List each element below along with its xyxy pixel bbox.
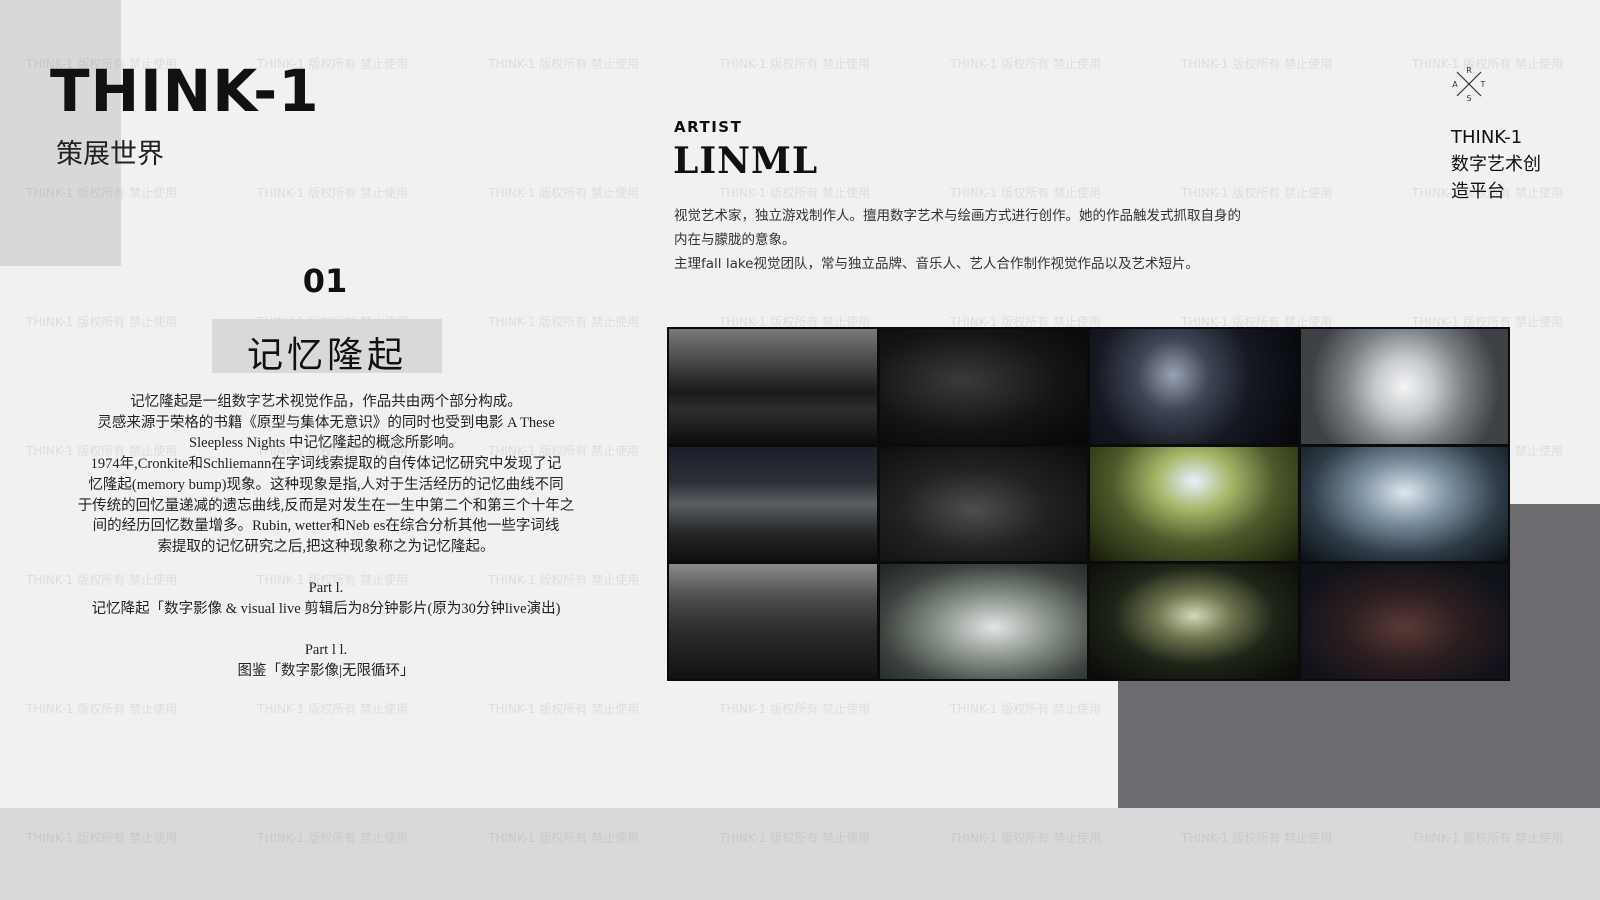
- artist-bio-line: 主理fall lake视觉团队，常与独立品牌、音乐人、艺人合作制作视觉作品以及艺…: [674, 256, 1199, 272]
- brand-name: THINK-1: [50, 57, 320, 125]
- tile-mountain-figure: [669, 564, 877, 679]
- platform-line: 造平台: [1451, 181, 1505, 202]
- part-two-text: 图鉴「数字影像|无限循环」: [237, 662, 415, 679]
- description-line: 1974年,Cronkite和Schliemann在字词线索提取的自传体记忆研究…: [90, 456, 562, 473]
- logo-letter-r: R: [1466, 66, 1472, 75]
- tile-chrome-sculpture: [1090, 329, 1298, 444]
- watermark-text: THINK-1 版权所有 禁止使用: [950, 702, 1102, 716]
- decor-band-bottom: [0, 808, 1600, 900]
- artist-label: ARTIST: [674, 118, 743, 136]
- tile-misty-mountains: [669, 329, 877, 444]
- tile-glowing-crystal: [1300, 329, 1508, 444]
- watermark-text: THINK-1 版权所有 禁止使用: [26, 702, 178, 716]
- watermark-text: THINK-1 版权所有 禁止使用: [719, 186, 871, 200]
- part-two: Part l l. 图鉴「数字影像|无限循环」: [40, 640, 612, 681]
- artwork-gallery: [667, 327, 1510, 681]
- artist-bio-line: 内在与朦胧的意象。: [674, 232, 796, 248]
- brand-header: THINK-1 策展世界: [50, 62, 320, 171]
- part-one-text: 记忆降起「数字影像 & visual live 剪辑后为8分钟影片(原为30分钟…: [91, 600, 561, 617]
- watermark-text: THINK-1 版权所有 禁止使用: [488, 57, 640, 71]
- watermark-text: THINK-1 版权所有 禁止使用: [26, 315, 178, 329]
- watermark-text: THINK-1 版权所有 禁止使用: [950, 57, 1102, 71]
- tile-dark-figure: [879, 329, 1087, 444]
- tile-ornament: [1090, 564, 1298, 679]
- part-two-label: Part l l.: [304, 642, 348, 658]
- platform-line: THINK-1: [1451, 127, 1523, 148]
- platform-tagline: THINK-1 数字艺术创 造平台: [1451, 124, 1571, 205]
- watermark-text: THINK-1 版权所有 禁止使用: [257, 186, 409, 200]
- watermark-text: THINK-1 版权所有 禁止使用: [719, 57, 871, 71]
- description-line: 索提取的记忆研究之后,把这种现象称之为记忆隆起。: [157, 538, 495, 555]
- watermark-text: THINK-1 版权所有 禁止使用: [488, 315, 640, 329]
- arts-logo-icon: R A T S: [1452, 66, 1486, 103]
- logo-letter-a: A: [1452, 80, 1458, 89]
- brand-subtitle: 策展世界: [56, 139, 164, 170]
- description-line: 记忆隆起是一组数字艺术视觉作品，作品共由两个部分构成。: [130, 394, 522, 410]
- description-line: 忆隆起(memory bump)现象。这种现象是指,人对于生活经历的记忆曲线不同: [88, 476, 564, 493]
- watermark-text: THINK-1 版权所有 禁止使用: [257, 702, 409, 716]
- watermark-text: THINK-1 版权所有 禁止使用: [950, 186, 1102, 200]
- section-number: 01: [302, 262, 348, 300]
- description-line: 间的经历回忆数量增多。Rubin, wetter和Neb es在综合分析其他一些…: [92, 518, 560, 535]
- watermark-text: THINK-1 版权所有 禁止使用: [719, 702, 871, 716]
- watermark-text: THINK-1 版权所有 禁止使用: [488, 702, 640, 716]
- watermark-text: THINK-1 版权所有 禁止使用: [1181, 186, 1333, 200]
- tile-forest-figure: [879, 446, 1087, 562]
- tile-dark-dome: [1300, 564, 1508, 679]
- tile-glowing-cylinder: [1300, 446, 1508, 562]
- part-one-label: Part l.: [308, 580, 344, 596]
- section-description: 记忆隆起是一组数字艺术视觉作品，作品共由两个部分构成。 灵感来源于荣格的书籍《原…: [50, 392, 602, 558]
- section-title: 记忆隆起: [246, 335, 407, 376]
- tile-green-temple: [1090, 446, 1298, 562]
- platform-line: 数字艺术创: [1451, 154, 1541, 175]
- description-line: Sleepless Nights 中记忆隆起的概念所影响。: [189, 435, 463, 452]
- logo-letter-t: T: [1480, 80, 1486, 89]
- tile-silver-form: [879, 564, 1087, 679]
- artist-bio: 视觉艺术家，独立游戏制作人。擅用数字艺术与绘画方式进行创作。她的作品触发式抓取自…: [674, 204, 1334, 276]
- tile-lake-shore: [669, 446, 877, 562]
- logo-letter-s: S: [1466, 94, 1471, 103]
- description-line: 灵感来源于荣格的书籍《原型与集体无意识》的同时也受到电影 A These: [97, 414, 555, 431]
- artist-bio-line: 视觉艺术家，独立游戏制作人。擅用数字艺术与绘画方式进行创作。她的作品触发式抓取自…: [674, 208, 1241, 224]
- artist-name: LINML: [673, 140, 819, 182]
- watermark-text: THINK-1 版权所有 禁止使用: [488, 186, 640, 200]
- part-one: Part l. 记忆降起「数字影像 & visual live 剪辑后为8分钟影…: [40, 578, 612, 619]
- description-line: 于传统的回忆量递减的遗忘曲线,反而是对发生在一生中第二个和第三个十年之: [77, 497, 575, 514]
- watermark-text: THINK-1 版权所有 禁止使用: [1181, 57, 1333, 71]
